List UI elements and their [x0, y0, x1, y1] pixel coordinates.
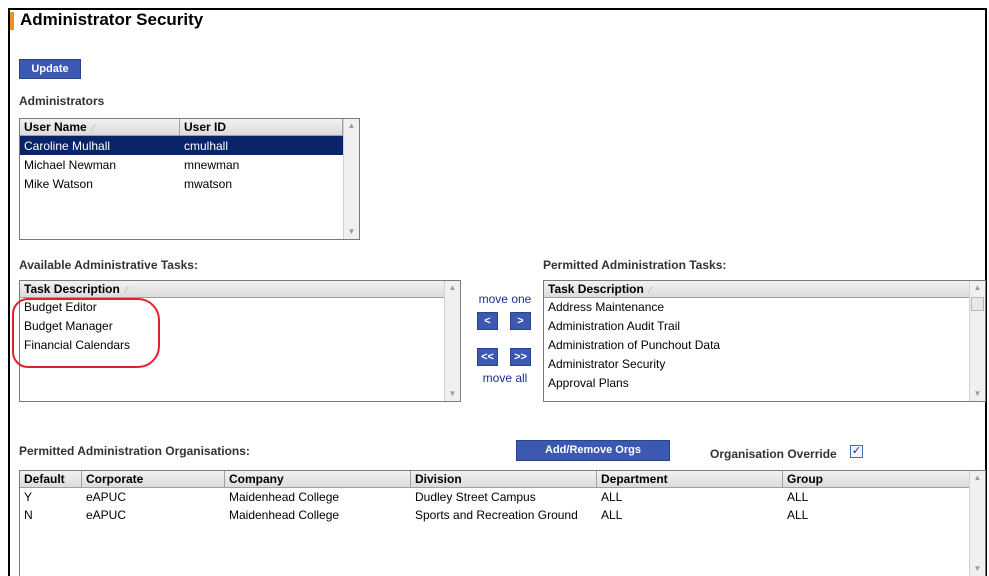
admin-user-name: Mike Watson [24, 176, 93, 191]
organisation-override-label: Organisation Override [710, 447, 837, 461]
admin-row[interactable]: Michael Newman mnewman [20, 155, 359, 174]
scroll-down-icon[interactable]: ▼ [970, 387, 985, 401]
org-group: ALL [787, 508, 809, 522]
move-right-button[interactable]: > [510, 312, 531, 330]
column-task-description[interactable]: Task Description ⁄ [544, 281, 970, 297]
scroll-down-icon[interactable]: ▼ [445, 387, 460, 401]
highlight-annotation [12, 298, 160, 368]
org-division: Dudley Street Campus [415, 490, 536, 504]
org-default: Y [24, 490, 33, 504]
column-company[interactable]: Company [225, 471, 411, 487]
available-tasks-header: Task Description ⁄ [20, 281, 460, 298]
scroll-up-icon[interactable]: ▲ [344, 119, 359, 133]
column-task-description[interactable]: Task Description ⁄ [20, 281, 445, 297]
org-row[interactable]: N eAPUC Maidenhead College Sports and Re… [20, 506, 985, 524]
admin-row[interactable]: Caroline Mulhall cmulhall [20, 136, 359, 155]
admin-user-id: cmulhall [184, 138, 229, 153]
title-accent-bar [10, 12, 14, 30]
column-department[interactable]: Department [597, 471, 783, 487]
column-group[interactable]: Group [783, 471, 970, 487]
permitted-tasks-label: Permitted Administration Tasks: [543, 258, 727, 272]
orgs-scrollbar[interactable]: ▲ ▼ [969, 471, 985, 576]
admin-user-id: mwatson [184, 176, 233, 191]
column-user-id[interactable]: User ID [180, 119, 343, 135]
update-button[interactable]: Update [19, 59, 81, 79]
permitted-task-item[interactable]: Address Maintenance [544, 298, 985, 317]
available-tasks-label: Available Administrative Tasks: [19, 258, 198, 272]
org-default: N [24, 508, 33, 522]
administrators-scrollbar[interactable]: ▲ ▼ [343, 119, 359, 239]
column-corporate[interactable]: Corporate [82, 471, 225, 487]
org-company: Maidenhead College [229, 508, 340, 522]
add-remove-orgs-button[interactable]: Add/Remove Orgs [516, 440, 670, 461]
scroll-up-icon[interactable]: ▲ [445, 281, 460, 295]
org-corporate: eAPUC [86, 490, 127, 504]
administrators-label: Administrators [19, 94, 105, 108]
administrators-header: User Name ⁄ User ID [20, 119, 359, 136]
permitted-tasks-list[interactable]: Task Description ⁄ Address Maintenance Ad… [543, 280, 986, 402]
admin-user-id: mnewman [184, 157, 240, 172]
admin-user-name: Caroline Mulhall [24, 138, 111, 153]
scroll-down-icon[interactable]: ▼ [344, 225, 359, 239]
org-group: ALL [787, 490, 809, 504]
orgs-table[interactable]: Default Corporate Company Division Depar… [19, 470, 986, 576]
administrators-list[interactable]: User Name ⁄ User ID Caroline Mulhall cmul… [19, 118, 360, 240]
admin-user-name: Michael Newman [24, 157, 117, 172]
org-division: Sports and Recreation Ground [415, 508, 578, 522]
org-department: ALL [601, 508, 623, 522]
admin-row[interactable]: Mike Watson mwatson [20, 174, 359, 193]
sort-arrow-icon: ⁄ [125, 285, 128, 296]
column-division[interactable]: Division [411, 471, 597, 487]
org-row[interactable]: Y eAPUC Maidenhead College Dudley Street… [20, 488, 985, 506]
scroll-up-icon[interactable]: ▲ [970, 471, 985, 485]
sort-arrow-icon: ⁄ [92, 123, 95, 134]
available-tasks-scrollbar[interactable]: ▲ ▼ [444, 281, 460, 401]
move-all-left-button[interactable]: << [477, 348, 498, 366]
column-default[interactable]: Default [20, 471, 82, 487]
column-user-name[interactable]: User Name ⁄ [20, 119, 180, 135]
orgs-header: Default Corporate Company Division Depar… [20, 471, 985, 488]
permitted-task-item[interactable]: Approval Plans [544, 374, 985, 393]
move-one-label: move one [478, 292, 532, 306]
scroll-thumb[interactable] [971, 297, 984, 311]
org-company: Maidenhead College [229, 490, 340, 504]
page-title: Administrator Security [20, 10, 204, 29]
permitted-tasks-scrollbar[interactable]: ▲ ▼ [969, 281, 985, 401]
scroll-up-icon[interactable]: ▲ [970, 281, 985, 295]
org-corporate: eAPUC [86, 508, 127, 522]
permitted-task-item[interactable]: Administration of Punchout Data [544, 336, 985, 355]
move-all-label: move all [482, 371, 528, 385]
permitted-task-item[interactable]: Administration Audit Trail [544, 317, 985, 336]
org-department: ALL [601, 490, 623, 504]
move-left-button[interactable]: < [477, 312, 498, 330]
scroll-down-icon[interactable]: ▼ [970, 562, 985, 576]
move-all-right-button[interactable]: >> [510, 348, 531, 366]
sort-arrow-icon: ⁄ [649, 285, 652, 296]
orgs-label: Permitted Administration Organisations: [19, 444, 250, 458]
permitted-task-item[interactable]: Administrator Security [544, 355, 985, 374]
organisation-override-checkbox[interactable]: ✓ [850, 445, 863, 458]
permitted-tasks-header: Task Description ⁄ [544, 281, 985, 298]
